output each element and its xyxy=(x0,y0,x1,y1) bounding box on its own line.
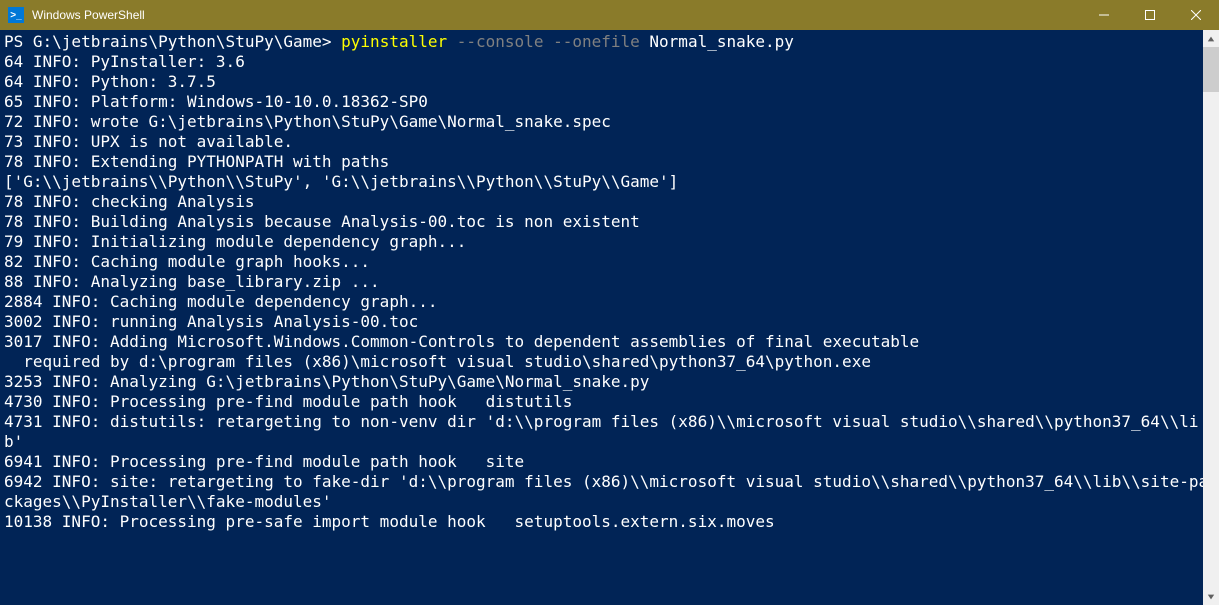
scrollbar-thumb[interactable] xyxy=(1203,47,1219,92)
output-line: 88 INFO: Analyzing base_library.zip ... xyxy=(4,272,380,291)
output-line: 73 INFO: UPX is not available. xyxy=(4,132,293,151)
window-title: Windows PowerShell xyxy=(30,8,1081,22)
command-name: pyinstaller xyxy=(341,32,457,51)
scroll-up-button[interactable] xyxy=(1203,30,1219,47)
prompt-path: PS G:\jetbrains\Python\StuPy\Game> xyxy=(4,32,341,51)
output-line: required by d:\program files (x86)\micro… xyxy=(4,352,871,371)
output-line: 64 INFO: Python: 3.7.5 xyxy=(4,72,216,91)
powershell-icon: >_ xyxy=(8,7,24,23)
output-line: 3253 INFO: Analyzing G:\jetbrains\Python… xyxy=(4,372,649,391)
output-line: 78 INFO: Extending PYTHONPATH with paths xyxy=(4,152,389,171)
command-arg: Normal_snake.py xyxy=(649,32,794,51)
scroll-down-button[interactable] xyxy=(1203,588,1219,605)
output-line: 82 INFO: Caching module graph hooks... xyxy=(4,252,370,271)
output-line: 3017 INFO: Adding Microsoft.Windows.Comm… xyxy=(4,332,919,351)
output-line: 10138 INFO: Processing pre-safe import m… xyxy=(4,512,775,531)
maximize-button[interactable] xyxy=(1127,0,1173,30)
vertical-scrollbar[interactable] xyxy=(1203,30,1219,605)
output-line: 6941 INFO: Processing pre-find module pa… xyxy=(4,452,524,471)
output-line: 78 INFO: Building Analysis because Analy… xyxy=(4,212,640,231)
output-line: 79 INFO: Initializing module dependency … xyxy=(4,232,466,251)
output-line: 64 INFO: PyInstaller: 3.6 xyxy=(4,52,245,71)
terminal-output[interactable]: PS G:\jetbrains\Python\StuPy\Game> pyins… xyxy=(0,30,1219,605)
titlebar[interactable]: >_ Windows PowerShell xyxy=(0,0,1219,30)
close-button[interactable] xyxy=(1173,0,1219,30)
output-line: 6942 INFO: site: retargeting to fake-dir… xyxy=(4,472,1208,511)
window-controls xyxy=(1081,0,1219,30)
output-line: 78 INFO: checking Analysis xyxy=(4,192,254,211)
output-line: 4731 INFO: distutils: retargeting to non… xyxy=(4,412,1198,451)
output-line: 72 INFO: wrote G:\jetbrains\Python\StuPy… xyxy=(4,112,611,131)
minimize-button[interactable] xyxy=(1081,0,1127,30)
output-line: ['G:\\jetbrains\\Python\\StuPy', 'G:\\je… xyxy=(4,172,678,191)
output-line: 65 INFO: Platform: Windows-10-10.0.18362… xyxy=(4,92,428,111)
output-line: 3002 INFO: running Analysis Analysis-00.… xyxy=(4,312,418,331)
command-flags: --console --onefile xyxy=(457,32,650,51)
output-line: 4730 INFO: Processing pre-find module pa… xyxy=(4,392,572,411)
output-line: 2884 INFO: Caching module dependency gra… xyxy=(4,292,437,311)
